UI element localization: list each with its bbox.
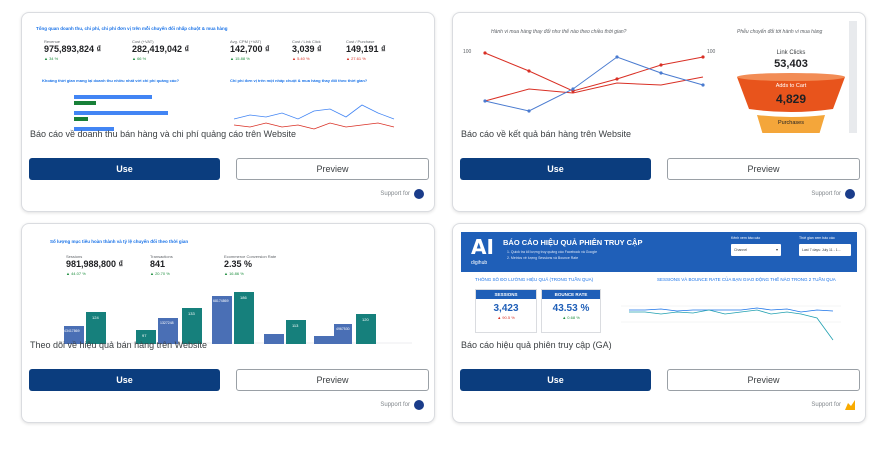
bar-value: 124 (92, 315, 99, 320)
kpi-value: 142,700 ₫ (230, 44, 270, 54)
template-thumbnail[interactable]: Hành vi mua hàng thay đổi như thế nào th… (461, 21, 857, 133)
bar-value: 4967530 (336, 327, 350, 331)
funnel-label: Purchases (778, 120, 804, 126)
line-chart-thumbnail (233, 104, 395, 130)
kpi-change: ▲ 34 % (44, 56, 59, 61)
funnel-title: Phễu chuyển đổi tới hành vi mua hàng (737, 29, 823, 35)
scorecard-value: 43.53 % (552, 303, 590, 314)
card-title: Báo cáo về doanh thu bán hàng và chi phí… (30, 129, 297, 139)
kpi-value: 841 (150, 259, 166, 269)
section-title: Chi phí đơn vị trên một nhấp chuột & mua… (230, 78, 368, 83)
kpi-value: 282,419,042 ₫ (132, 44, 190, 54)
line-chart-thumbnail (483, 51, 705, 113)
bar-chart-thumbnail (58, 292, 412, 344)
kpi-change: ▲ 20.70 % (150, 271, 170, 276)
support-info: Support for (380, 189, 424, 199)
bar-value: 68174869 (213, 299, 229, 303)
date-range-dropdown[interactable]: Last 7 days: July 11 - 1... (799, 244, 851, 256)
scorecard-value: 3,423 (493, 303, 519, 314)
section-title: Khoảng thời gian mang lại doanh thu nhiề… (42, 78, 180, 83)
kpi-change: ▲ 27.61 % (346, 56, 366, 61)
preview-button[interactable]: Preview (667, 369, 860, 391)
dropdown-value: Channel (734, 248, 748, 252)
channel-dropdown[interactable]: Channel ▾ (731, 244, 781, 256)
preview-button[interactable]: Preview (236, 158, 429, 180)
card-title: Báo cáo về kết quả bán hàng trên Website (461, 129, 631, 139)
bar-value: 113 (292, 323, 299, 328)
use-button[interactable]: Use (460, 369, 651, 391)
bar-value: 97 (142, 333, 147, 338)
facebook-icon (414, 189, 424, 199)
section-title: SESSIONS VÀ BOUNCE RATE CỦA BẠN GIAO ĐỘN… (657, 277, 836, 282)
kpi-change: ▲ 66 % (132, 56, 147, 61)
kpi-value: 2.35 % (224, 259, 253, 269)
facebook-icon (845, 189, 855, 199)
google-analytics-icon (845, 400, 855, 410)
thumb-header: Tổng quan doanh thu, chi phí, chi phí đơ… (36, 26, 228, 31)
funnel-value: 4,829 (775, 92, 807, 106)
funnel-value: 53,403 (774, 58, 808, 70)
kpi-change: ▲ 16.86 % (224, 271, 244, 276)
support-info: Support for (811, 400, 855, 410)
banner-line: 1. Quick tra lối lượng truy quảng cáo Fa… (507, 250, 598, 254)
scorecard-header: SESSIONS (476, 290, 536, 299)
support-label: Support for (811, 191, 841, 197)
use-button[interactable]: Use (29, 158, 220, 180)
support-label: Support for (380, 402, 410, 408)
card-title: Báo cáo hiệu quả phiên truy cập (GA) (461, 340, 612, 350)
bar-value: 133 (188, 311, 195, 316)
bar-value: 43417869 (64, 329, 80, 333)
template-card-sales-results[interactable]: Hành vi mua hàng thay đổi như thế nào th… (452, 12, 866, 212)
card-title: Theo dõi về hiệu quả bán hàng trên Websi… (30, 340, 207, 350)
bar-value: 186 (240, 295, 247, 300)
banner-line: 2. Metrics về lượng Sessions và Bounce R… (507, 256, 579, 260)
sessions-scorecard: SESSIONS 3,423 ▲ 90.5 % (475, 289, 537, 333)
brand-logo: AI (471, 235, 494, 259)
kpi-value: 3,039 ₫ (292, 44, 322, 54)
thumb-header: Số lượng mục tiêu hoàn thành và tỷ lệ ch… (50, 239, 189, 244)
kpi-value: 149,191 ₫ (346, 44, 386, 54)
support-label: Support for (811, 402, 841, 408)
line-chart-thumbnail (621, 305, 841, 341)
template-card-sales-tracking[interactable]: Số lượng mục tiêu hoàn thành và tỷ lệ ch… (21, 223, 435, 423)
bar-value: 120 (362, 317, 369, 322)
template-card-session-performance[interactable]: AI digihub BÁO CÁO HIỆU QUẢ PHIÊN TRUY C… (452, 223, 866, 423)
use-button[interactable]: Use (29, 369, 220, 391)
support-info: Support for (811, 189, 855, 199)
scorecard-header: BOUNCE RATE (542, 290, 600, 299)
kpi-change: ▲ 5.40 % (292, 56, 310, 61)
dropdown-value: Last 7 days: July 11 - 1... (802, 248, 841, 252)
funnel-label: Adds to Cart (775, 83, 807, 89)
filter-label: Kênh xem báo cáo (731, 236, 761, 240)
use-button[interactable]: Use (460, 158, 651, 180)
template-card-sales-ads[interactable]: Tổng quan doanh thu, chi phí, chi phí đơ… (21, 12, 435, 212)
kpi-value: 981,988,800 ₫ (66, 259, 124, 269)
chevron-down-icon: ▾ (775, 247, 778, 252)
scorecard-change: ▲ 0.68 % (562, 315, 580, 320)
scorecard-change: ▲ 90.5 % (497, 315, 515, 320)
axis-label: 100 (707, 49, 716, 55)
support-label: Support for (380, 191, 410, 197)
chart-title: Hành vi mua hàng thay đổi như thế nào th… (491, 29, 627, 35)
kpi-change: ▲ 15.88 % (230, 56, 250, 61)
funnel-label: Link Clicks (776, 50, 806, 56)
section-title: THÔNG SỐ ĐO LƯỜNG HIỆU QUẢ (TRONG TUẦN Q… (475, 277, 594, 282)
template-thumbnail[interactable]: Số lượng mục tiêu hoàn thành và tỷ lệ ch… (30, 232, 426, 344)
facebook-icon (414, 400, 424, 410)
template-thumbnail[interactable]: AI digihub BÁO CÁO HIỆU QUẢ PHIÊN TRUY C… (461, 232, 857, 344)
preview-button[interactable]: Preview (236, 369, 429, 391)
template-thumbnail[interactable]: Tổng quan doanh thu, chi phí, chi phí đơ… (30, 21, 426, 133)
filter-label: Thời gian xem báo cáo (799, 236, 835, 240)
preview-button[interactable]: Preview (667, 158, 860, 180)
banner-title: BÁO CÁO HIỆU QUẢ PHIÊN TRUY CẬP (503, 238, 643, 247)
kpi-change: ▲ 44.07 % (66, 271, 86, 276)
bar-chart-thumbnail (74, 95, 168, 131)
bar-value: 1327248 (160, 321, 174, 325)
kpi-value: 975,893,824 ₫ (44, 44, 102, 54)
brand-sub: digihub (471, 260, 488, 266)
support-info: Support for (380, 400, 424, 410)
bounce-rate-scorecard: BOUNCE RATE 43.53 % ▲ 0.68 % (541, 289, 601, 333)
